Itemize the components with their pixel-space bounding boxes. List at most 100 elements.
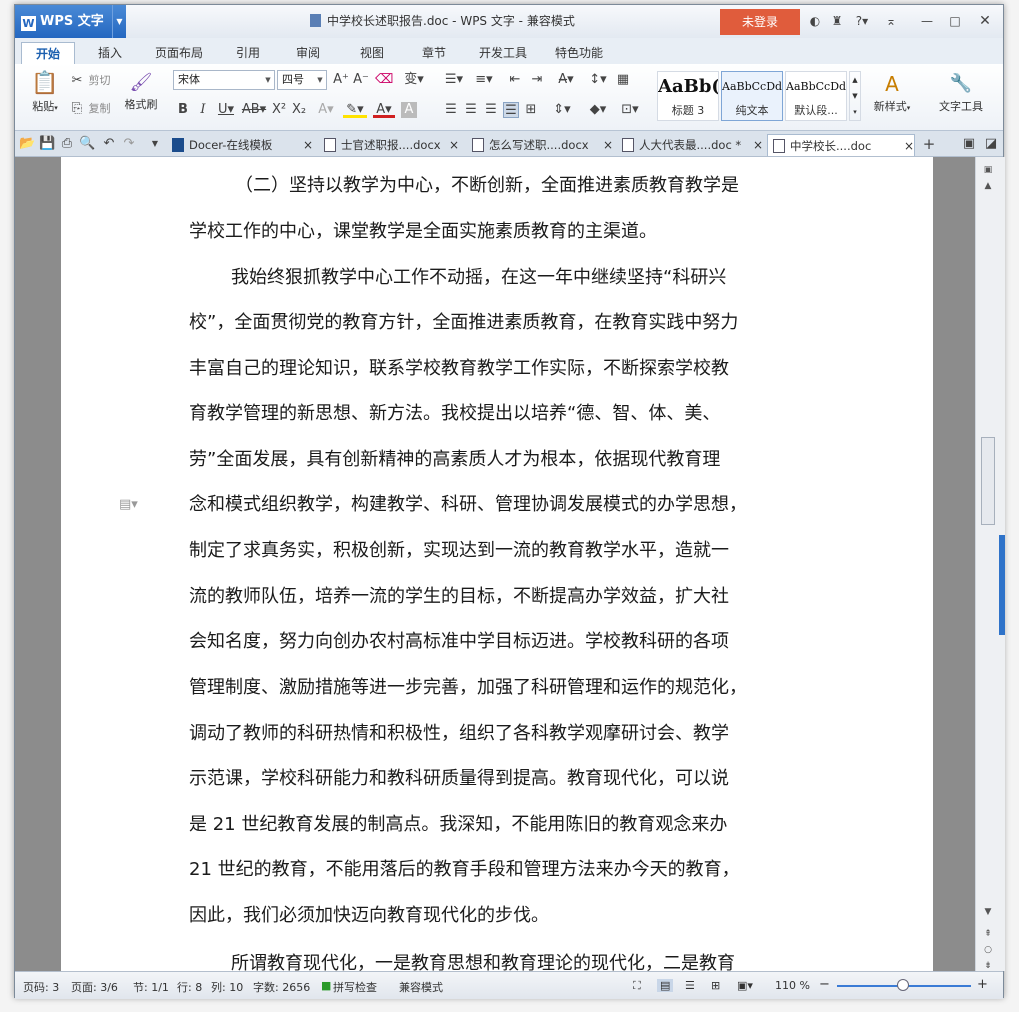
copy-button[interactable]: ⎘ 复制 (69, 100, 111, 117)
app-menu-button[interactable]: W WPS 文字 ▼ (15, 5, 126, 38)
undo-icon[interactable]: ↶ (101, 136, 117, 152)
underline-icon[interactable]: U▾ (215, 102, 237, 118)
line-spacing-icon[interactable]: ⇕▾ (549, 102, 575, 118)
font-color-icon[interactable]: A▾ (373, 102, 395, 118)
close-icon[interactable]: ✕ (977, 13, 993, 29)
table-grid-icon[interactable]: ▦ (615, 72, 631, 88)
tab-home[interactable]: 开始 (21, 42, 75, 64)
tab-list-icon[interactable]: ▣ (961, 136, 977, 152)
align-right-icon[interactable]: ☰ (483, 102, 499, 118)
tab-special[interactable]: 特色功能 (547, 42, 611, 64)
minimize-icon[interactable]: — (919, 13, 935, 29)
status-word-count[interactable]: 字数: 2656 (253, 979, 310, 995)
italic-icon[interactable]: I (195, 102, 211, 118)
chevron-down-icon[interactable]: ▼ (147, 136, 163, 152)
status-row[interactable]: 行: 8 (177, 979, 202, 995)
close-icon[interactable]: × (753, 134, 763, 156)
numbered-list-icon[interactable]: ≡▾ (471, 72, 497, 88)
superscript-icon[interactable]: X² (271, 102, 287, 118)
align-center-icon[interactable]: ☰ (463, 102, 479, 118)
zoom-out-icon[interactable]: − (819, 977, 830, 992)
status-column[interactable]: 列: 10 (211, 979, 243, 995)
paste-button[interactable]: 📋 粘贴▾ (27, 70, 63, 114)
char-scale-icon[interactable]: A̶▾ (553, 72, 579, 88)
doc-tab-active[interactable]: 中学校长....doc × (767, 134, 915, 156)
close-icon[interactable]: × (904, 135, 914, 157)
maximize-icon[interactable]: □ (947, 13, 963, 29)
tab-switch-icon[interactable]: ◪ (983, 136, 999, 152)
outline-view-icon[interactable]: ☰ (685, 979, 695, 992)
ruler-toggle-icon[interactable]: ▣ (980, 163, 996, 177)
spell-check-icon[interactable]: ■ (321, 979, 331, 992)
close-icon[interactable]: × (603, 134, 613, 156)
scroll-up-icon[interactable]: ▲ (980, 179, 996, 193)
side-panel-toggle[interactable] (999, 535, 1005, 635)
help-icon[interactable]: ?▾ (851, 13, 873, 29)
doc-tab-docer[interactable]: Docer-在线模板 × (167, 134, 313, 156)
highlight-icon[interactable]: ✎▾ (343, 102, 367, 118)
text-tools-button[interactable]: 🔧 文字工具 (933, 70, 989, 114)
justify-icon[interactable]: ☰ (503, 102, 519, 118)
style-default-paragraph[interactable]: AaBbCcDd 默认段... (785, 71, 847, 121)
status-section[interactable]: 节: 1/1 (133, 979, 169, 995)
reading-view-icon[interactable]: ▣▾ (737, 979, 753, 992)
font-name-select[interactable]: 宋体 ▼ (173, 70, 275, 90)
border-icon[interactable]: ⊡▾ (617, 102, 643, 118)
align-left-icon[interactable]: ☰ (443, 102, 459, 118)
font-size-select[interactable]: 四号 ▼ (277, 70, 327, 90)
doc-tab-4[interactable]: 人大代表最....doc * × (617, 134, 763, 156)
status-page-number[interactable]: 页码: 3 (23, 979, 59, 995)
style-plain-text[interactable]: AaBbCcDd 纯文本 (721, 71, 783, 121)
grow-font-icon[interactable]: A⁺ (333, 72, 349, 88)
tab-review[interactable]: 审阅 (285, 42, 331, 64)
bullet-list-icon[interactable]: ☰▾ (441, 72, 467, 88)
close-icon[interactable]: × (303, 134, 313, 156)
phonetic-icon[interactable]: 变▾ (401, 72, 427, 88)
style-heading3[interactable]: AaBb(标题 3 (657, 71, 719, 121)
print-icon[interactable]: ⎙ (59, 136, 75, 152)
document-page[interactable]: ▤▾ （二）坚持以教学为中心，不断创新，全面推进素质教育教学是 学校工作的中心，… (61, 157, 933, 971)
subscript-icon[interactable]: X₂ (291, 102, 307, 118)
tab-insert[interactable]: 插入 (87, 42, 133, 64)
shirt-icon[interactable]: ♜ (829, 13, 845, 29)
increase-indent-icon[interactable]: ⇥ (529, 72, 545, 88)
prev-page-icon[interactable]: ⇞ (980, 927, 996, 941)
shrink-font-icon[interactable]: A⁻ (353, 72, 369, 88)
zoom-slider-knob[interactable] (897, 979, 909, 991)
print-preview-icon[interactable]: 🔍 (79, 136, 95, 152)
skin-icon[interactable]: ◐ (807, 13, 823, 29)
open-folder-icon[interactable]: 📂 (19, 136, 35, 152)
shading-icon[interactable]: ◆▾ (585, 102, 611, 118)
tab-page-layout[interactable]: 页面布局 (145, 42, 213, 64)
close-icon[interactable]: × (449, 134, 459, 156)
tab-developer[interactable]: 开发工具 (473, 42, 533, 64)
full-screen-icon[interactable]: ⛶ (633, 979, 641, 993)
tab-references[interactable]: 引用 (225, 42, 271, 64)
scrollbar-thumb[interactable] (981, 437, 995, 525)
browse-object-icon[interactable]: ○ (980, 943, 996, 957)
text-effect-icon[interactable]: A▾ (315, 102, 337, 118)
sort-icon[interactable]: ↕▾ (587, 72, 609, 88)
paragraph-marker-icon[interactable]: ▤▾ (119, 497, 138, 512)
doc-tab-3[interactable]: 怎么写述职....docx × (467, 134, 613, 156)
scroll-down-icon[interactable]: ▼ (980, 905, 996, 919)
char-shading-icon[interactable]: A (401, 102, 417, 118)
strikethrough-icon[interactable]: AB▾ (241, 102, 267, 118)
clear-format-icon[interactable]: ⌫ (375, 72, 393, 88)
distributed-icon[interactable]: ⊞ (523, 102, 539, 118)
collapse-ribbon-icon[interactable]: ⌅ (883, 13, 899, 29)
tab-view[interactable]: 视图 (349, 42, 395, 64)
save-icon[interactable]: 💾 (39, 136, 55, 152)
login-button[interactable]: 未登录 (720, 9, 800, 35)
new-style-button[interactable]: A 新样式▾ (867, 70, 917, 114)
chevron-down-icon[interactable]: ▼ (112, 5, 126, 38)
tab-chapter[interactable]: 章节 (411, 42, 457, 64)
new-tab-icon[interactable]: + (921, 136, 937, 152)
decrease-indent-icon[interactable]: ⇤ (507, 72, 523, 88)
page-view-icon[interactable]: ▤ (657, 979, 674, 992)
web-view-icon[interactable]: ⊞ (711, 979, 720, 992)
format-painter-button[interactable]: 🖌 格式刷 (119, 70, 163, 112)
zoom-in-icon[interactable]: + (977, 977, 988, 992)
zoom-level[interactable]: 110 % (775, 979, 810, 992)
redo-icon[interactable]: ↷ (121, 136, 137, 152)
